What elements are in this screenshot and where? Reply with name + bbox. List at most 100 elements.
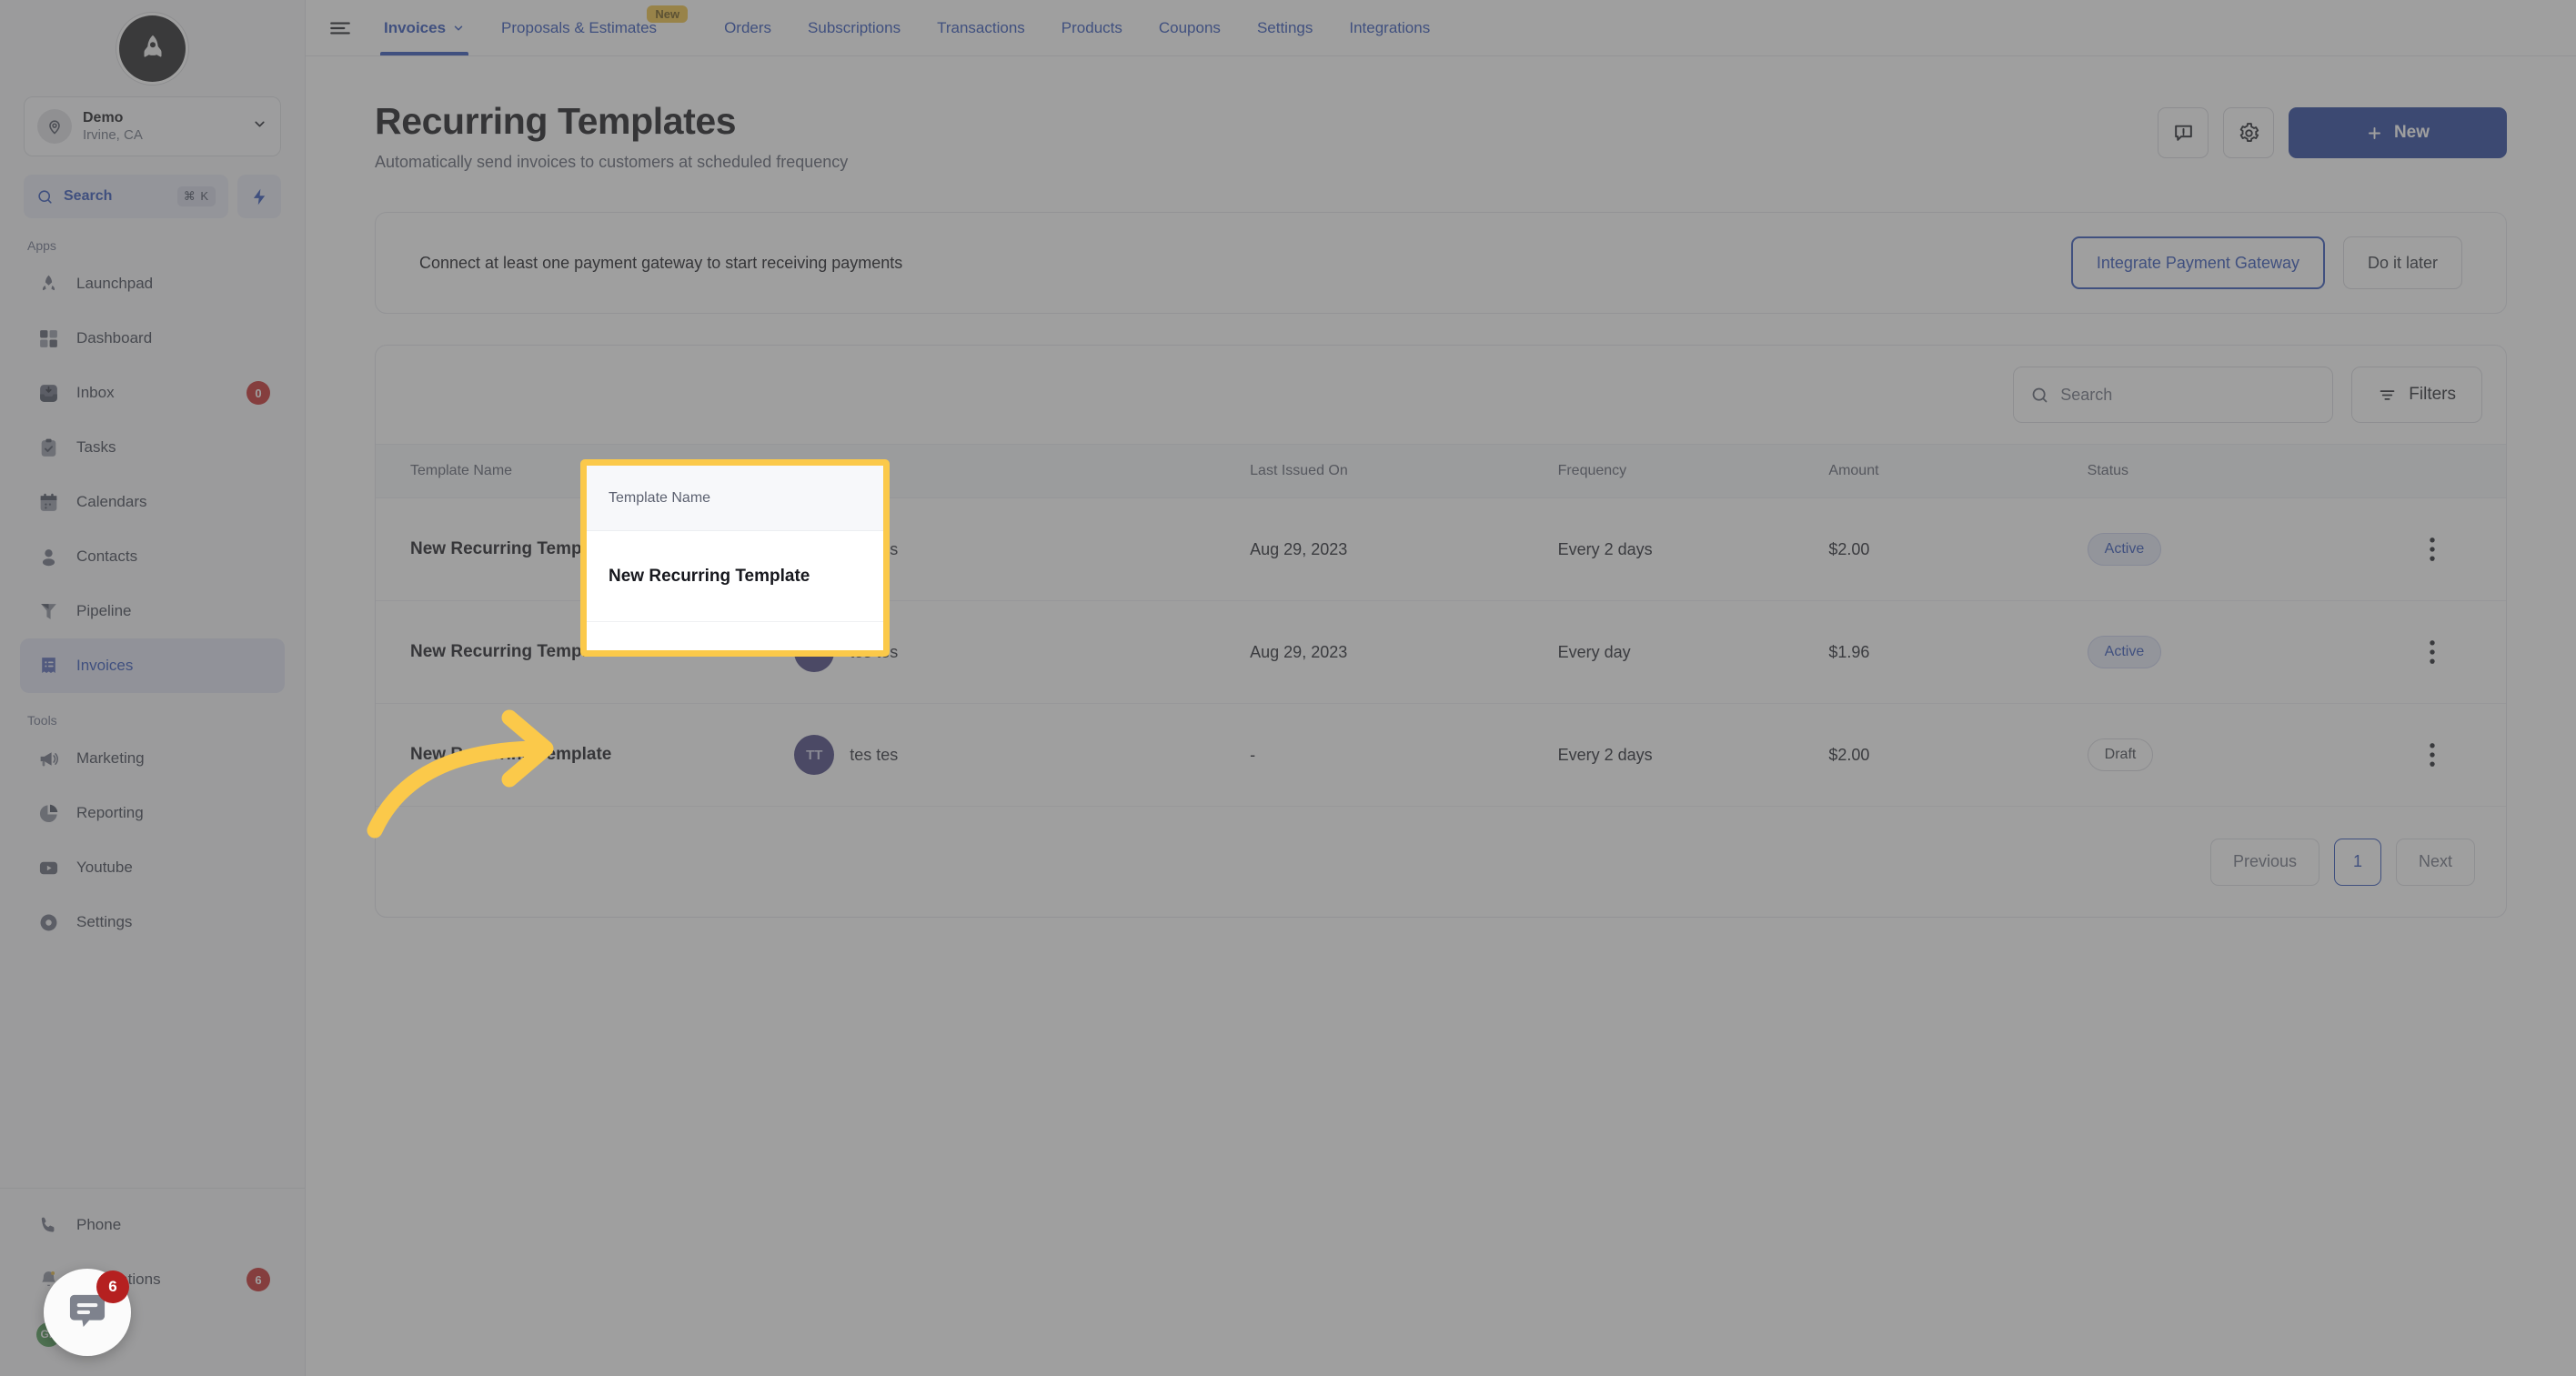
column-header-customer[interactable]: Customer <box>794 444 1251 498</box>
search-input[interactable] <box>2060 385 2317 405</box>
chat-bubble-icon[interactable]: 6 <box>44 1269 131 1356</box>
do-it-later-button[interactable]: Do it later <box>2342 236 2462 289</box>
cell-amount: $2.00 <box>1828 497 2088 601</box>
sidebar-item-reporting[interactable]: Reporting <box>20 786 285 840</box>
payment-gateway-banner: Connect at least one payment gateway to … <box>375 212 2507 314</box>
sidebar-section-label-apps: Apps <box>27 238 56 253</box>
sidebar-item-phone[interactable]: Phone <box>20 1198 285 1252</box>
collapse-sidebar-icon[interactable] <box>315 0 366 55</box>
feedback-message-icon[interactable] <box>2158 107 2209 158</box>
calendar-icon <box>36 490 61 515</box>
column-header-template-name[interactable]: Template Name <box>376 444 795 498</box>
tab-coupons[interactable]: Coupons <box>1141 0 1239 55</box>
sidebar-item-calendars[interactable]: Calendars <box>20 475 285 529</box>
tab-orders[interactable]: Orders <box>706 0 790 55</box>
new-button[interactable]: New <box>2289 107 2507 158</box>
invoice-icon <box>36 654 61 678</box>
templates-card: Filters Template Name Customer Last Issu… <box>375 345 2507 918</box>
avatar: TT <box>794 632 835 672</box>
app-root: Demo Irvine, CA Search ⌘ K Apps Launchpa… <box>0 0 2576 1376</box>
column-header-last-issued[interactable]: Last Issued On <box>1250 444 1558 498</box>
tab-invoices[interactable]: Invoices <box>366 0 483 55</box>
cell-last-issued-on: - <box>1250 745 1256 764</box>
location-pin-icon <box>37 109 72 144</box>
cell-amount: $1.96 <box>1828 600 2088 704</box>
kebab-menu-icon[interactable] <box>2358 639 2506 665</box>
sidebar-item-label: Phone <box>76 1216 122 1233</box>
sidebar-item-dashboard[interactable]: Dashboard <box>20 311 285 366</box>
page-header: Recurring Templates Automatically send i… <box>375 100 2507 172</box>
cell-customer: TT tes tes <box>794 632 1250 672</box>
recurring-templates-table: Template Name Customer Last Issued On Fr… <box>376 444 2506 806</box>
column-header-amount[interactable]: Amount <box>1828 444 2088 498</box>
sidebar-item-launchpad[interactable]: Launchpad <box>20 256 285 311</box>
gear-icon[interactable] <box>2223 107 2274 158</box>
inbox-badge: 0 <box>247 381 270 405</box>
sidebar-item-invoices[interactable]: Invoices <box>20 638 285 693</box>
workspace-switcher[interactable]: Demo Irvine, CA <box>24 96 281 156</box>
table-row[interactable]: New Recurring Template TT tes tes Aug 29… <box>376 600 2506 704</box>
sidebar-item-marketing[interactable]: Marketing <box>20 731 285 786</box>
tab-integrations[interactable]: Integrations <box>1331 0 1448 55</box>
cell-frequency: Every 2 days <box>1557 745 1653 764</box>
filters-button[interactable]: Filters <box>2351 367 2482 423</box>
table-header-row: Template Name Customer Last Issued On Fr… <box>376 444 2506 498</box>
chat-unread-badge: 6 <box>96 1271 129 1303</box>
tab-settings[interactable]: Settings <box>1239 0 1331 55</box>
clipboard-check-icon <box>36 436 61 460</box>
column-header-actions <box>2358 444 2506 498</box>
next-page-button[interactable]: Next <box>2395 838 2475 886</box>
user-icon <box>36 545 61 569</box>
rocket-logo-icon[interactable] <box>119 15 186 82</box>
sidebar-item-settings[interactable]: Settings <box>20 895 285 949</box>
rocket-icon <box>36 272 61 296</box>
sidebar-item-contacts[interactable]: Contacts <box>20 529 285 584</box>
sidebar-item-label: Settings <box>76 913 133 930</box>
sidebar-item-label: Launchpad <box>76 275 154 292</box>
integrate-payment-gateway-button[interactable]: Integrate Payment Gateway <box>2070 236 2325 289</box>
kebab-menu-icon[interactable] <box>2358 742 2506 768</box>
tab-subscriptions[interactable]: Subscriptions <box>790 0 919 55</box>
search-input[interactable]: Search ⌘ K <box>24 175 228 218</box>
tab-products[interactable]: Products <box>1043 0 1141 55</box>
tab-label: Settings <box>1256 18 1313 36</box>
customer-name: tes tes <box>850 745 899 764</box>
search-shortcut: ⌘ K <box>176 186 216 206</box>
page-number-1[interactable]: 1 <box>2333 838 2381 886</box>
kebab-menu-icon[interactable] <box>2358 537 2506 562</box>
sidebar-search-row: Search ⌘ K <box>24 175 281 218</box>
table-row[interactable]: New Recurring Template TT tes tes Aug 29… <box>376 497 2506 601</box>
tab-label: Invoices <box>384 18 447 36</box>
tab-transactions[interactable]: Transactions <box>919 0 1043 55</box>
tab-new-badge: New <box>647 5 689 23</box>
page-header-text: Recurring Templates Automatically send i… <box>375 100 848 172</box>
chevron-down-icon <box>252 116 267 136</box>
chat-widget[interactable]: 6 <box>44 1269 131 1356</box>
banner-message: Connect at least one payment gateway to … <box>419 253 903 272</box>
sidebar-item-pipeline[interactable]: Pipeline <box>20 584 285 638</box>
sidebar-item-label: Inbox <box>76 384 115 401</box>
sidebar-item-youtube[interactable]: Youtube <box>20 840 285 895</box>
notifications-badge: 6 <box>247 1268 270 1291</box>
cell-last-issued-on: Aug 29, 2023 <box>1250 497 1558 601</box>
brand-row <box>0 0 305 96</box>
page-subtitle: Automatically send invoices to customers… <box>375 153 849 171</box>
column-header-frequency[interactable]: Frequency <box>1557 444 1829 498</box>
sidebar-item-label: Dashboard <box>76 329 153 347</box>
module-tabbar: Invoices Proposals & Estimates New Order… <box>306 0 2576 56</box>
sidebar-item-tasks[interactable]: Tasks <box>20 420 285 475</box>
lightning-bolt-icon[interactable] <box>237 175 281 218</box>
tab-label: Coupons <box>1158 18 1221 36</box>
table-search[interactable] <box>2013 367 2334 423</box>
cell-template-name: New Recurring Template <box>410 539 612 558</box>
table-row[interactable]: New Recurring Template TT tes tes - Ever… <box>376 704 2506 807</box>
tab-proposals-estimates[interactable]: Proposals & Estimates New <box>483 0 689 55</box>
page-title: Recurring Templates <box>375 100 737 142</box>
cell-frequency: Every 2 days <box>1557 497 1829 601</box>
previous-page-button[interactable]: Previous <box>2209 838 2319 886</box>
column-header-status[interactable]: Status <box>2087 444 2359 498</box>
sidebar-item-inbox[interactable]: Inbox 0 <box>20 366 285 420</box>
youtube-icon <box>36 856 61 880</box>
cell-customer: TT tes tes <box>794 735 1250 775</box>
chevron-down-icon <box>452 22 465 35</box>
